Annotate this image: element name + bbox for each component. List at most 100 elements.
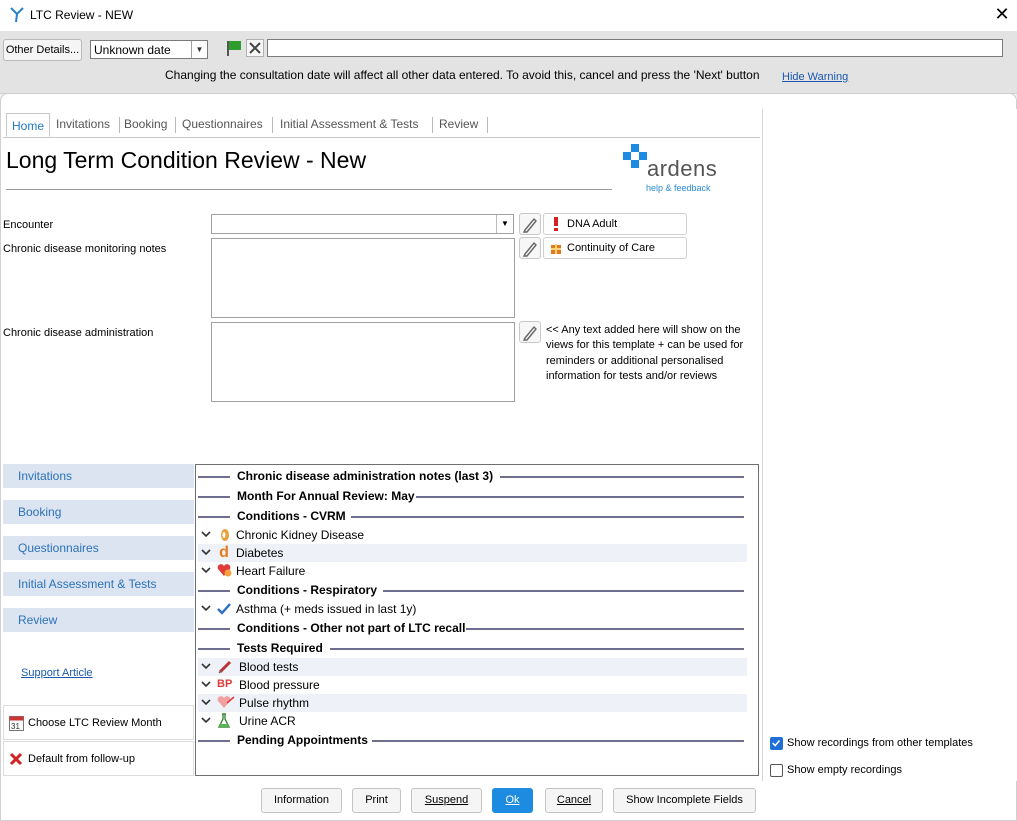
show-other-templates-checkbox[interactable] (770, 737, 783, 750)
tree-section-header[interactable]: Pending Appointments (198, 731, 744, 749)
header-rule (351, 516, 744, 518)
tab-booking[interactable]: Booking (124, 117, 167, 131)
show-empty-label: Show empty recordings (787, 764, 902, 776)
logo-wordmark: ardens (647, 156, 718, 181)
tree-row-blood-tests[interactable]: Blood tests (198, 658, 747, 676)
administration-textarea[interactable] (211, 322, 515, 402)
title-bar: LTC Review - NEW ✕ (0, 0, 1017, 31)
side-button-label: Default from follow-up (28, 753, 135, 765)
close-window-icon[interactable]: ✕ (992, 4, 1012, 24)
row-label: Blood pressure (239, 678, 320, 692)
suspend-button[interactable]: Suspend (411, 788, 482, 813)
tree-section-header[interactable]: Chronic disease administration notes (la… (198, 467, 744, 485)
tree-section-header[interactable]: Month For Annual Review: May (198, 487, 744, 505)
show-empty-checkbox[interactable] (770, 764, 783, 777)
red-x-icon (9, 752, 23, 766)
row-label: Blood tests (239, 660, 299, 674)
ok-button[interactable]: Ok (492, 788, 533, 813)
heart-failure-icon (217, 564, 232, 577)
calendar-icon: 31 (9, 716, 24, 731)
other-details-button[interactable]: Other Details... (3, 39, 82, 61)
header-label: Tests Required (237, 641, 323, 655)
app-logo-icon (10, 7, 24, 23)
nav-invitations[interactable]: Invitations (3, 464, 194, 488)
flask-icon (217, 713, 231, 728)
tab-questionnaires[interactable]: Questionnaires (182, 117, 263, 131)
tree-section-header[interactable]: Tests Required (198, 639, 744, 657)
nav-questionnaires[interactable]: Questionnaires (3, 536, 194, 560)
header-rule (198, 496, 230, 498)
tab-invitations[interactable]: Invitations (56, 117, 110, 131)
date-comment-input[interactable] (267, 39, 1003, 57)
tab-divider (119, 117, 120, 133)
pencil-icon (522, 325, 537, 341)
tree-section-header[interactable]: Conditions - Respiratory (198, 581, 744, 599)
show-other-templates-label: Show recordings from other templates (787, 737, 973, 749)
tree-row-pulse-rhythm[interactable]: Pulse rhythm (198, 694, 747, 712)
print-button[interactable]: Print (352, 788, 401, 813)
clear-date-button[interactable] (246, 39, 264, 57)
header-label: Pending Appointments (237, 733, 368, 747)
chevron-down-icon[interactable] (201, 603, 211, 613)
chevron-down-icon[interactable]: ▼ (191, 41, 207, 58)
green-flag-icon[interactable] (226, 40, 242, 56)
pulse-heart-icon (217, 696, 235, 708)
header-rule (198, 628, 230, 630)
date-toolbar: Other Details... Unknown date ▼ Changing… (0, 31, 1017, 94)
monitoring-notes-textarea[interactable] (211, 238, 515, 318)
nav-initial-assessment[interactable]: Initial Assessment & Tests (3, 572, 194, 596)
encounter-select[interactable]: ▼ (211, 214, 514, 234)
ardens-cross-icon (623, 144, 647, 168)
header-rule (198, 476, 230, 478)
monitoring-edit-button[interactable] (519, 237, 541, 259)
tree-row-urine-acr[interactable]: Urine ACR (198, 712, 747, 730)
tab-home[interactable]: Home (6, 113, 51, 137)
header-label: Conditions - Other not part of LTC recal… (237, 621, 466, 635)
hide-warning-link[interactable]: Hide Warning (782, 71, 848, 83)
chevron-down-icon[interactable] (201, 565, 211, 575)
chevron-down-icon[interactable] (201, 529, 211, 539)
monitoring-notes-label: Chronic disease monitoring notes (3, 243, 167, 255)
encounter-edit-button[interactable] (519, 213, 541, 235)
tab-divider (175, 117, 176, 133)
tree-row-heart-failure[interactable]: Heart Failure (198, 562, 747, 580)
chevron-down-icon[interactable] (201, 679, 211, 689)
tree-section-header[interactable]: Conditions - Other not part of LTC recal… (198, 619, 744, 637)
dna-adult-chip[interactable]: DNA Adult (543, 213, 687, 235)
chevron-down-icon[interactable] (201, 547, 211, 557)
ardens-logo[interactable]: ardens help & feedback (622, 143, 732, 195)
tab-initial-assessment[interactable]: Initial Assessment & Tests (280, 117, 419, 131)
tree-row-ckd[interactable]: Chronic Kidney Disease (198, 526, 747, 544)
header-rule (198, 740, 230, 742)
information-button[interactable]: Information (261, 788, 342, 813)
nav-review[interactable]: Review (3, 608, 194, 632)
choose-ltc-month-button[interactable]: 31 Choose LTC Review Month (3, 705, 194, 740)
tree-row-asthma[interactable]: Asthma (+ meds issued in last 1y) (198, 600, 747, 618)
chevron-down-icon[interactable]: ▼ (496, 215, 513, 233)
show-incomplete-fields-button[interactable]: Show Incomplete Fields (613, 788, 756, 813)
support-article-link[interactable]: Support Article (21, 667, 93, 679)
diabetes-icon: d (219, 544, 229, 561)
tree-section-header[interactable]: Conditions - CVRM (198, 507, 744, 525)
administration-edit-button[interactable] (519, 321, 541, 343)
header-label: Month For Annual Review: May (237, 489, 415, 503)
consultation-date-select[interactable]: Unknown date ▼ (90, 40, 208, 59)
nav-booking[interactable]: Booking (3, 500, 194, 524)
cancel-button[interactable]: Cancel (545, 788, 603, 813)
date-value: Unknown date (94, 43, 171, 57)
chevron-down-icon[interactable] (201, 697, 211, 707)
chevron-down-icon[interactable] (201, 715, 211, 725)
header-rule (416, 496, 744, 498)
encounter-label: Encounter (3, 219, 54, 231)
exclamation-icon (554, 217, 558, 231)
tab-review[interactable]: Review (439, 117, 478, 131)
chip-label: Continuity of Care (567, 242, 656, 254)
default-from-follow-up-button[interactable]: Default from follow-up (3, 741, 194, 776)
help-feedback-link[interactable]: help & feedback (646, 183, 711, 193)
tree-row-diabetes[interactable]: d Diabetes (198, 544, 747, 562)
header-rule (330, 648, 744, 650)
header-rule (383, 590, 744, 592)
continuity-of-care-chip[interactable]: Continuity of Care (543, 237, 687, 259)
tree-row-blood-pressure[interactable]: BP Blood pressure (198, 676, 747, 694)
chevron-down-icon[interactable] (201, 661, 211, 671)
